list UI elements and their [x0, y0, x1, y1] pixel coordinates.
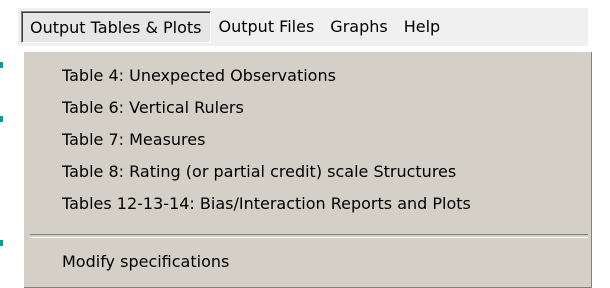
menu-item-table-4[interactable]: Table 4: Unexpected Observations: [24, 60, 592, 92]
menu-graphs[interactable]: Graphs: [322, 11, 395, 43]
menu-separator: [30, 234, 588, 238]
menu-item-table-7[interactable]: Table 7: Measures: [24, 124, 592, 156]
edge-marker: [0, 62, 3, 68]
menu-help[interactable]: Help: [396, 11, 448, 43]
menu-output-tables-plots[interactable]: Output Tables & Plots: [21, 11, 211, 43]
menu-item-table-8[interactable]: Table 8: Rating (or partial credit) scal…: [24, 156, 592, 188]
menu-item-table-6[interactable]: Table 6: Vertical Rulers: [24, 92, 592, 124]
menu-output-files[interactable]: Output Files: [211, 11, 323, 43]
edge-marker: [0, 240, 3, 246]
menu-bar: Output Tables & Plots Output Files Graph…: [18, 8, 588, 46]
menu-item-tables-12-13-14[interactable]: Tables 12-13-14: Bias/Interaction Report…: [24, 188, 592, 220]
output-tables-dropdown-menu: Table 4: Unexpected Observations Table 6…: [22, 50, 592, 288]
menu-item-modify-specifications[interactable]: Modify specifications: [24, 246, 592, 278]
edge-marker: [0, 116, 3, 122]
background-window-edge: [0, 0, 18, 285]
